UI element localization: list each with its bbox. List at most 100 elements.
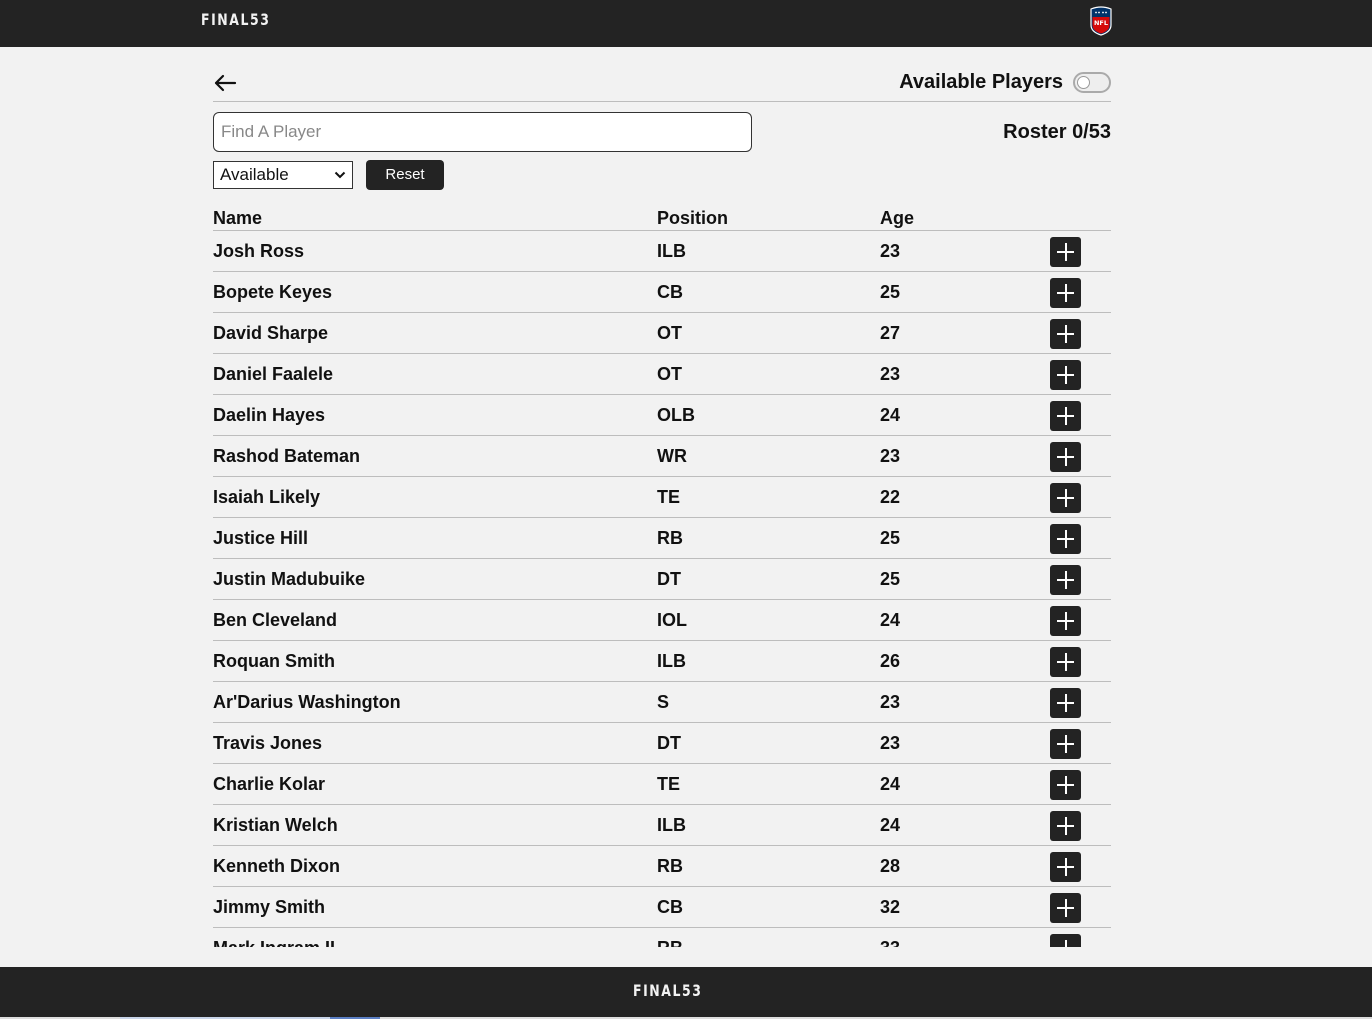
player-name: Rashod Bateman <box>213 446 361 466</box>
player-table-body: Josh Ross ILB 23 Bopete Keyes CB 25 David Sh… <box>213 231 1111 947</box>
player-search-input[interactable] <box>213 112 752 152</box>
player-position: RB <box>657 528 683 548</box>
player-position: ILB <box>657 651 686 671</box>
player-name: Kristian Welch <box>213 815 338 835</box>
add-player-plus-icon[interactable] <box>1050 729 1081 759</box>
player-name: Justice Hill <box>213 528 309 548</box>
status-filter-value: Available <box>220 165 289 184</box>
add-player-plus-icon[interactable] <box>1050 811 1081 841</box>
add-player-plus-icon[interactable] <box>1050 483 1081 513</box>
table-row: Jimmy Smith CB 32 <box>213 887 1111 928</box>
player-age: 25 <box>880 282 901 302</box>
top-navbar: FINAL53 NFL <box>0 0 1372 47</box>
table-row: Justice Hill RB 25 <box>213 518 1111 559</box>
table-row: Travis Jones DT 23 <box>213 723 1111 764</box>
add-player-plus-icon[interactable] <box>1050 647 1081 677</box>
column-header-name[interactable]: Name <box>213 208 262 229</box>
available-players-label: Available Players <box>899 71 1063 93</box>
add-player-plus-icon[interactable] <box>1050 524 1081 554</box>
table-row: Isaiah Likely TE 22 <box>213 477 1111 518</box>
player-name: Daniel Faalele <box>213 364 334 384</box>
add-player-plus-icon[interactable] <box>1050 893 1081 923</box>
player-name: Ben Cleveland <box>213 610 338 630</box>
brand-logo[interactable]: FINAL53 <box>201 10 271 29</box>
player-name: Daelin Hayes <box>213 405 326 425</box>
add-player-plus-icon[interactable] <box>1050 688 1081 718</box>
player-position: CB <box>657 282 683 302</box>
table-row: Daelin Hayes OLB 24 <box>213 395 1111 436</box>
player-age: 26 <box>880 651 901 671</box>
table-row: Ben Cleveland IOL 24 <box>213 600 1111 641</box>
player-age: 23 <box>880 733 901 753</box>
add-player-plus-icon[interactable] <box>1050 442 1081 472</box>
player-age: 23 <box>880 364 901 384</box>
table-row: Mark Ingram II RB 33 <box>213 928 1111 947</box>
player-name: Ar'Darius Washington <box>213 692 401 712</box>
column-header-age[interactable]: Age <box>880 208 914 229</box>
add-player-plus-icon[interactable] <box>1050 606 1081 636</box>
player-age: 32 <box>880 897 901 917</box>
main-content: Available Players Roster 0/53 Available … <box>213 47 1111 947</box>
table-row: Daniel Faalele OT 23 <box>213 354 1111 395</box>
add-player-plus-icon[interactable] <box>1050 319 1081 349</box>
player-position: DT <box>657 569 681 589</box>
player-position: ILB <box>657 815 686 835</box>
player-age: 23 <box>880 446 901 466</box>
table-row: Bopete Keyes CB 25 <box>213 272 1111 313</box>
table-row: Rashod Bateman WR 23 <box>213 436 1111 477</box>
player-age: 24 <box>880 815 901 835</box>
player-position: ILB <box>657 241 686 261</box>
player-age: 23 <box>880 692 901 712</box>
column-header-position[interactable]: Position <box>657 208 728 229</box>
player-name: Isaiah Likely <box>213 487 321 507</box>
player-name: Mark Ingram II <box>213 938 335 947</box>
player-position: RB <box>657 856 683 876</box>
reset-button[interactable]: Reset <box>366 160 444 190</box>
table-row: Justin Madubuike DT 25 <box>213 559 1111 600</box>
add-player-plus-icon[interactable] <box>1050 278 1081 308</box>
player-age: 22 <box>880 487 901 507</box>
table-header: Name Position Age <box>213 207 1111 231</box>
roster-count: Roster 0/53 <box>1003 121 1111 143</box>
player-name: Jimmy Smith <box>213 897 326 917</box>
nfl-shield-icon[interactable]: NFL <box>1089 5 1113 36</box>
table-row: Ar'Darius Washington S 23 <box>213 682 1111 723</box>
player-name: Travis Jones <box>213 733 323 753</box>
table-row: Roquan Smith ILB 26 <box>213 641 1111 682</box>
toggle-knob <box>1077 76 1090 89</box>
player-position: RB <box>657 938 683 947</box>
table-row: Kristian Welch ILB 24 <box>213 805 1111 846</box>
available-players-toggle[interactable] <box>1073 72 1111 93</box>
player-name: Charlie Kolar <box>213 774 326 794</box>
player-name: Bopete Keyes <box>213 282 333 302</box>
player-name: Justin Madubuike <box>213 569 366 589</box>
player-position: IOL <box>657 610 687 630</box>
player-position: OT <box>657 323 682 343</box>
divider <box>213 101 1111 102</box>
back-arrow-icon[interactable] <box>213 73 237 93</box>
table-row: Josh Ross ILB 23 <box>213 231 1111 272</box>
table-row: Charlie Kolar TE 24 <box>213 764 1111 805</box>
svg-text:NFL: NFL <box>1094 19 1108 27</box>
add-player-plus-icon[interactable] <box>1050 237 1081 267</box>
add-player-plus-icon[interactable] <box>1050 401 1081 431</box>
player-position: DT <box>657 733 681 753</box>
player-name: Kenneth Dixon <box>213 856 341 876</box>
player-position: WR <box>657 446 687 466</box>
player-position: CB <box>657 897 683 917</box>
player-age: 24 <box>880 405 901 425</box>
footer: FINAL53 <box>0 967 1372 1019</box>
add-player-plus-icon[interactable] <box>1050 934 1081 947</box>
player-position: OLB <box>657 405 695 425</box>
player-age: 28 <box>880 856 901 876</box>
player-position: TE <box>657 487 681 507</box>
player-position: S <box>657 692 670 712</box>
player-age: 25 <box>880 569 901 589</box>
add-player-plus-icon[interactable] <box>1050 565 1081 595</box>
add-player-plus-icon[interactable] <box>1050 360 1081 390</box>
player-position: TE <box>657 774 681 794</box>
add-player-plus-icon[interactable] <box>1050 770 1081 800</box>
status-filter-select[interactable]: Available <box>213 161 353 189</box>
footer-brand[interactable]: FINAL53 <box>633 981 703 1000</box>
add-player-plus-icon[interactable] <box>1050 852 1081 882</box>
